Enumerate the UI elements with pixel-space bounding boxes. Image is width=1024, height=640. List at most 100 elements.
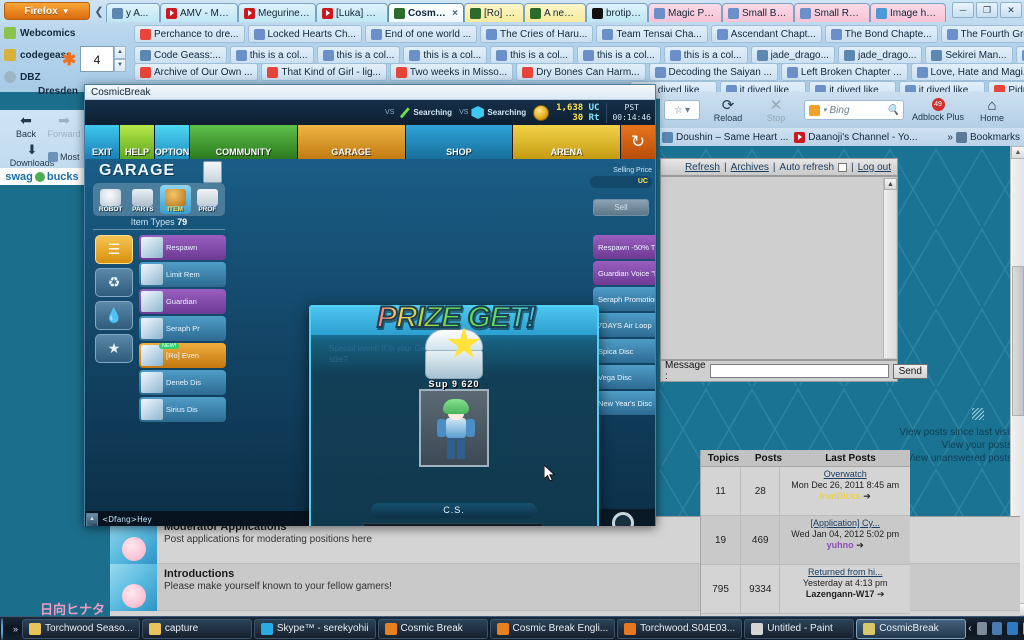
browser-tab-10[interactable]: Small Red G... — [794, 3, 870, 22]
nav-exit-button[interactable]: EXIT — [85, 125, 119, 159]
item-row-0[interactable]: Respawn -50% Ticket Gamma3 — [593, 235, 655, 259]
bookmark-item[interactable]: Perchance to dre... — [134, 25, 245, 43]
bookmark-item[interactable]: End of one world ... — [364, 25, 478, 43]
taskbar-button-1[interactable]: capture — [141, 618, 252, 639]
bookmark-item[interactable]: The Cries of Haru... — [480, 25, 594, 43]
most-visited-button[interactable]: Most — [48, 152, 80, 162]
nav-help-button[interactable]: HELP — [120, 125, 154, 159]
view-posts-since-last-visit-link[interactable]: View posts since last visit — [899, 426, 1012, 439]
item-row-6[interactable]: New Year's Disc× 3 — [593, 391, 655, 415]
bookmark-item[interactable]: Two weeks in Misso... — [389, 63, 514, 81]
last-post-title[interactable]: Returned from hi... — [808, 567, 883, 577]
bookmark-item[interactable]: Archive of Our Own ... — [134, 63, 259, 81]
taskbar-button-3[interactable]: Cosmic Break — [377, 618, 488, 639]
game-refresh-button[interactable]: ↻ — [621, 125, 655, 159]
browser-tab-7[interactable]: brotips™ — [586, 3, 648, 22]
browser-tab-0[interactable]: y A... — [106, 3, 160, 22]
garage-item-5[interactable]: Deneb Dis — [139, 370, 226, 395]
browser-tab-9[interactable]: Small Blue ... — [722, 3, 794, 22]
tab-prof[interactable]: PROF — [192, 185, 223, 214]
page-scroll-thumb[interactable] — [1012, 266, 1024, 416]
bookmark-item[interactable]: The Bond Chapte... — [824, 25, 938, 43]
minimize-button[interactable]: ─ — [952, 2, 974, 18]
last-post-user[interactable]: yuhno — [827, 540, 854, 550]
browser-tab-1[interactable]: AMV - MM ... — [160, 3, 238, 22]
restore-button[interactable]: ❐ — [976, 2, 998, 18]
browser-tab-4[interactable]: Cosmic ... × — [388, 3, 464, 22]
garage-item-3[interactable]: Seraph Pr — [139, 316, 226, 341]
tab-parts[interactable]: PARTS — [127, 185, 158, 214]
tab-item[interactable]: ITEM — [159, 185, 191, 214]
nav-garage-button[interactable]: GARAGE — [297, 125, 405, 159]
bookmark-item[interactable]: That Kind of Girl - lig... — [261, 63, 387, 81]
taskbar-button-2[interactable]: Skype™ - serekyohii — [253, 618, 376, 639]
shoutbox-scrollbar[interactable]: ▲ — [883, 178, 897, 358]
message-input[interactable] — [709, 364, 889, 378]
bookmark-folder-dbz[interactable]: DBZ — [0, 66, 92, 88]
resize-handle-icon[interactable] — [972, 408, 984, 420]
bookmark-folder-codegeass[interactable]: codegeass — [0, 44, 92, 66]
item-row-5[interactable]: Vega Disc× 6 — [593, 365, 655, 389]
garage-item-6[interactable]: Sirius Dis — [139, 397, 226, 422]
bookmark-doushin[interactable]: Doushin – Same Heart ... — [662, 131, 788, 143]
bookmark-item[interactable]: Team Tensai Cha... — [596, 25, 708, 43]
nav-arena-button[interactable]: ARENA — [513, 125, 620, 159]
home-button[interactable]: ⌂ Home — [972, 98, 1012, 123]
auto-refresh-checkbox[interactable] — [838, 162, 848, 172]
filter-recycle-icon[interactable]: ♻ — [95, 268, 133, 297]
taskbar-button-7[interactable]: CosmicBreak — [856, 618, 967, 639]
counter-value[interactable]: 4 — [80, 46, 114, 72]
taskbar-button-4[interactable]: Cosmic Break Engli... — [489, 618, 616, 639]
bookmark-item[interactable]: Love, Hate and Magi... — [910, 63, 1024, 81]
taskbar-button-6[interactable]: Untitled - Paint — [744, 618, 855, 639]
bookmark-star-button[interactable]: ☆ ▾ — [664, 100, 700, 120]
game-window[interactable]: CosmicBreak VS Searching VS Searching 1,… — [84, 84, 656, 526]
tray-chevron-icon[interactable]: ‹ — [968, 623, 971, 634]
nav-option-button[interactable]: OPTION — [155, 125, 189, 159]
vs-search-2[interactable]: VS Searching — [459, 106, 526, 119]
stepper-up-icon[interactable]: ▲ — [114, 46, 126, 59]
item-row-2[interactable]: Seraph Promotion× 3 — [593, 287, 655, 311]
last-post-user[interactable]: Lazengann-W17 — [806, 589, 875, 599]
goto-post-icon[interactable]: ➔ — [856, 540, 864, 550]
bookmarks-overflow[interactable]: » Bookmarks — [947, 131, 1024, 143]
usb-icon[interactable] — [992, 622, 1003, 635]
start-button[interactable] — [1, 617, 3, 640]
reload-button[interactable]: ⟳ Reload — [708, 98, 748, 123]
filter-star-icon[interactable]: ★ — [95, 334, 133, 363]
browser-tab-11[interactable]: Image hosti... — [870, 3, 946, 22]
taskbar-button-0[interactable]: Torchwood Seaso... — [22, 618, 140, 639]
garage-item-0[interactable]: Respawn — [139, 235, 226, 260]
chat-scrollbar[interactable]: ▲ ▼ — [86, 513, 98, 526]
last-post-title[interactable]: Overwatch — [824, 469, 867, 479]
bookmark-item[interactable]: The Fourth Great ... — [940, 25, 1024, 43]
nav-community-button[interactable]: COMMUNITY — [190, 125, 297, 159]
sell-button[interactable]: Sell — [593, 199, 649, 216]
browser-tab-5[interactable]: [Ro] Event ... — [464, 3, 524, 22]
bookmark-daanoji[interactable]: Daanoji's Channel - Yo... — [794, 131, 918, 143]
logout-link[interactable]: Log out — [858, 162, 891, 173]
bookmark-folder-dresden[interactable]: Dresden — [38, 86, 78, 97]
chat-scroll-up-icon[interactable]: ▲ — [87, 514, 97, 524]
prize-get-dialog[interactable]: Special event! If in your Garage to rand… — [309, 300, 599, 526]
close-icon[interactable]: × — [452, 8, 458, 19]
bookmark-item[interactable]: Decoding the Saiyan ... — [648, 63, 778, 81]
bookmark-item[interactable]: Left Broken Chapter ... — [780, 63, 908, 81]
bookmark-item[interactable]: Ascendant Chapt... — [710, 25, 822, 43]
counter-stepper[interactable]: ▲ ▼ — [114, 46, 126, 72]
archives-link[interactable]: Archives — [731, 162, 769, 173]
swagbucks-bookmark[interactable]: swag bucks — [0, 168, 84, 185]
goto-post-icon[interactable]: ➔ — [877, 589, 885, 599]
search-engine-icon[interactable] — [809, 104, 820, 116]
close-button[interactable]: ✕ — [1000, 2, 1022, 18]
tab-robot[interactable]: ROBOT — [95, 185, 126, 214]
quicklaunch-overflow-icon[interactable]: » — [13, 624, 18, 634]
browser-tab-2[interactable]: Megurine L... — [238, 3, 316, 22]
view-your-posts-link[interactable]: View your posts — [899, 439, 1012, 452]
search-icon[interactable]: 🔍 — [887, 105, 899, 116]
tab-scroll-left-icon[interactable]: ❮ — [92, 3, 106, 22]
network-icon[interactable] — [976, 622, 988, 635]
game-viewport[interactable]: VS Searching VS Searching 1,638 UC 30 Rt… — [85, 100, 655, 526]
browser-tab-8[interactable]: Magic Pow... — [648, 3, 722, 22]
nav-shop-button[interactable]: SHOP — [405, 125, 513, 159]
